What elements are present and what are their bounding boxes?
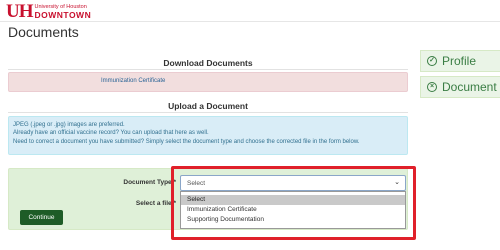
sidebar-item-label: Profile <box>442 54 477 68</box>
upload-heading: Upload a Document <box>168 101 248 111</box>
close-circle-icon: × <box>427 82 437 92</box>
download-heading: Download Documents <box>163 58 253 68</box>
sidebar-item-profile[interactable]: ✓ Profile <box>420 50 500 72</box>
continue-button[interactable]: Continue <box>20 210 63 225</box>
university-logo[interactable]: UH University of Houston DOWNTOWN <box>6 1 92 22</box>
divider <box>8 112 408 113</box>
info-line: JPEG (.jpeg or .jpg) images are preferre… <box>13 122 125 128</box>
divider <box>8 69 408 70</box>
page-title: Documents <box>8 24 79 40</box>
highlight-box <box>171 166 416 240</box>
download-panel: Immunization Certificate <box>8 72 408 92</box>
immunization-certificate-link[interactable]: Immunization Certificate <box>101 78 165 84</box>
header-divider <box>0 21 500 22</box>
logo-campus-name: DOWNTOWN <box>34 9 92 20</box>
upload-info-panel: JPEG (.jpeg or .jpg) images are preferre… <box>8 116 408 155</box>
info-line: Need to correct a document you have subm… <box>13 138 360 145</box>
sidebar-item-label: Document <box>442 80 497 94</box>
document-type-label: Document Type * <box>123 179 176 186</box>
logo-mark: UH <box>6 1 33 22</box>
logo-text: University of Houston DOWNTOWN <box>34 4 92 20</box>
info-line: Already have an official vaccine record?… <box>13 130 209 137</box>
select-file-label: Select a file * <box>135 200 176 207</box>
check-circle-icon: ✓ <box>427 56 437 66</box>
sidebar-item-document[interactable]: × Document <box>420 76 500 98</box>
